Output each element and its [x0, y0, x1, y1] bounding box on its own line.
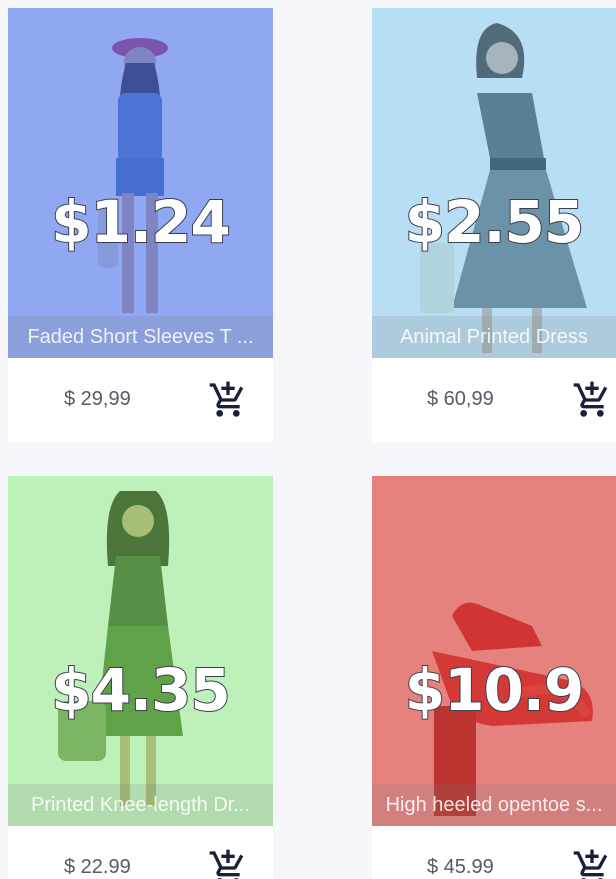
overlay-price: $1.24	[50, 187, 231, 257]
product-price: $ 29,99	[64, 388, 131, 410]
product-footer: $ 22.99	[8, 826, 273, 879]
add-shopping-cart-icon[interactable]	[208, 848, 248, 879]
add-shopping-cart-icon[interactable]	[572, 848, 612, 879]
product-price: $ 60,99	[427, 388, 494, 410]
product-card[interactable]: Animal Printed Dress $ 60,99 $2.55	[372, 8, 616, 442]
add-shopping-cart-icon[interactable]	[572, 380, 612, 420]
add-shopping-cart-icon[interactable]	[208, 380, 248, 420]
overlay-price: $4.35	[50, 655, 231, 725]
product-card[interactable]: Faded Short Sleeves T ... $ 29,99 $1.24	[8, 8, 273, 442]
product-name: Animal Printed Dress	[372, 316, 616, 358]
overlay-price: $2.55	[404, 187, 585, 257]
overlay-price: $10.9	[404, 655, 585, 725]
product-name: Faded Short Sleeves T ...	[8, 316, 273, 358]
product-footer: $ 45.99	[372, 826, 616, 879]
product-price: $ 45.99	[427, 856, 494, 878]
product-image	[8, 8, 273, 358]
product-image	[8, 476, 273, 826]
product-card[interactable]: High heeled opentoe s... $ 45.99 $10.9	[372, 476, 616, 879]
product-price: $ 22.99	[64, 856, 131, 878]
product-card[interactable]: Printed Knee-length Dr... $ 22.99 $4.35	[8, 476, 273, 879]
product-footer: $ 60,99	[372, 358, 616, 442]
product-name: Printed Knee-length Dr...	[8, 784, 273, 826]
product-image	[372, 476, 616, 826]
product-image	[372, 8, 616, 358]
product-name: High heeled opentoe s...	[372, 784, 616, 826]
product-footer: $ 29,99	[8, 358, 273, 442]
